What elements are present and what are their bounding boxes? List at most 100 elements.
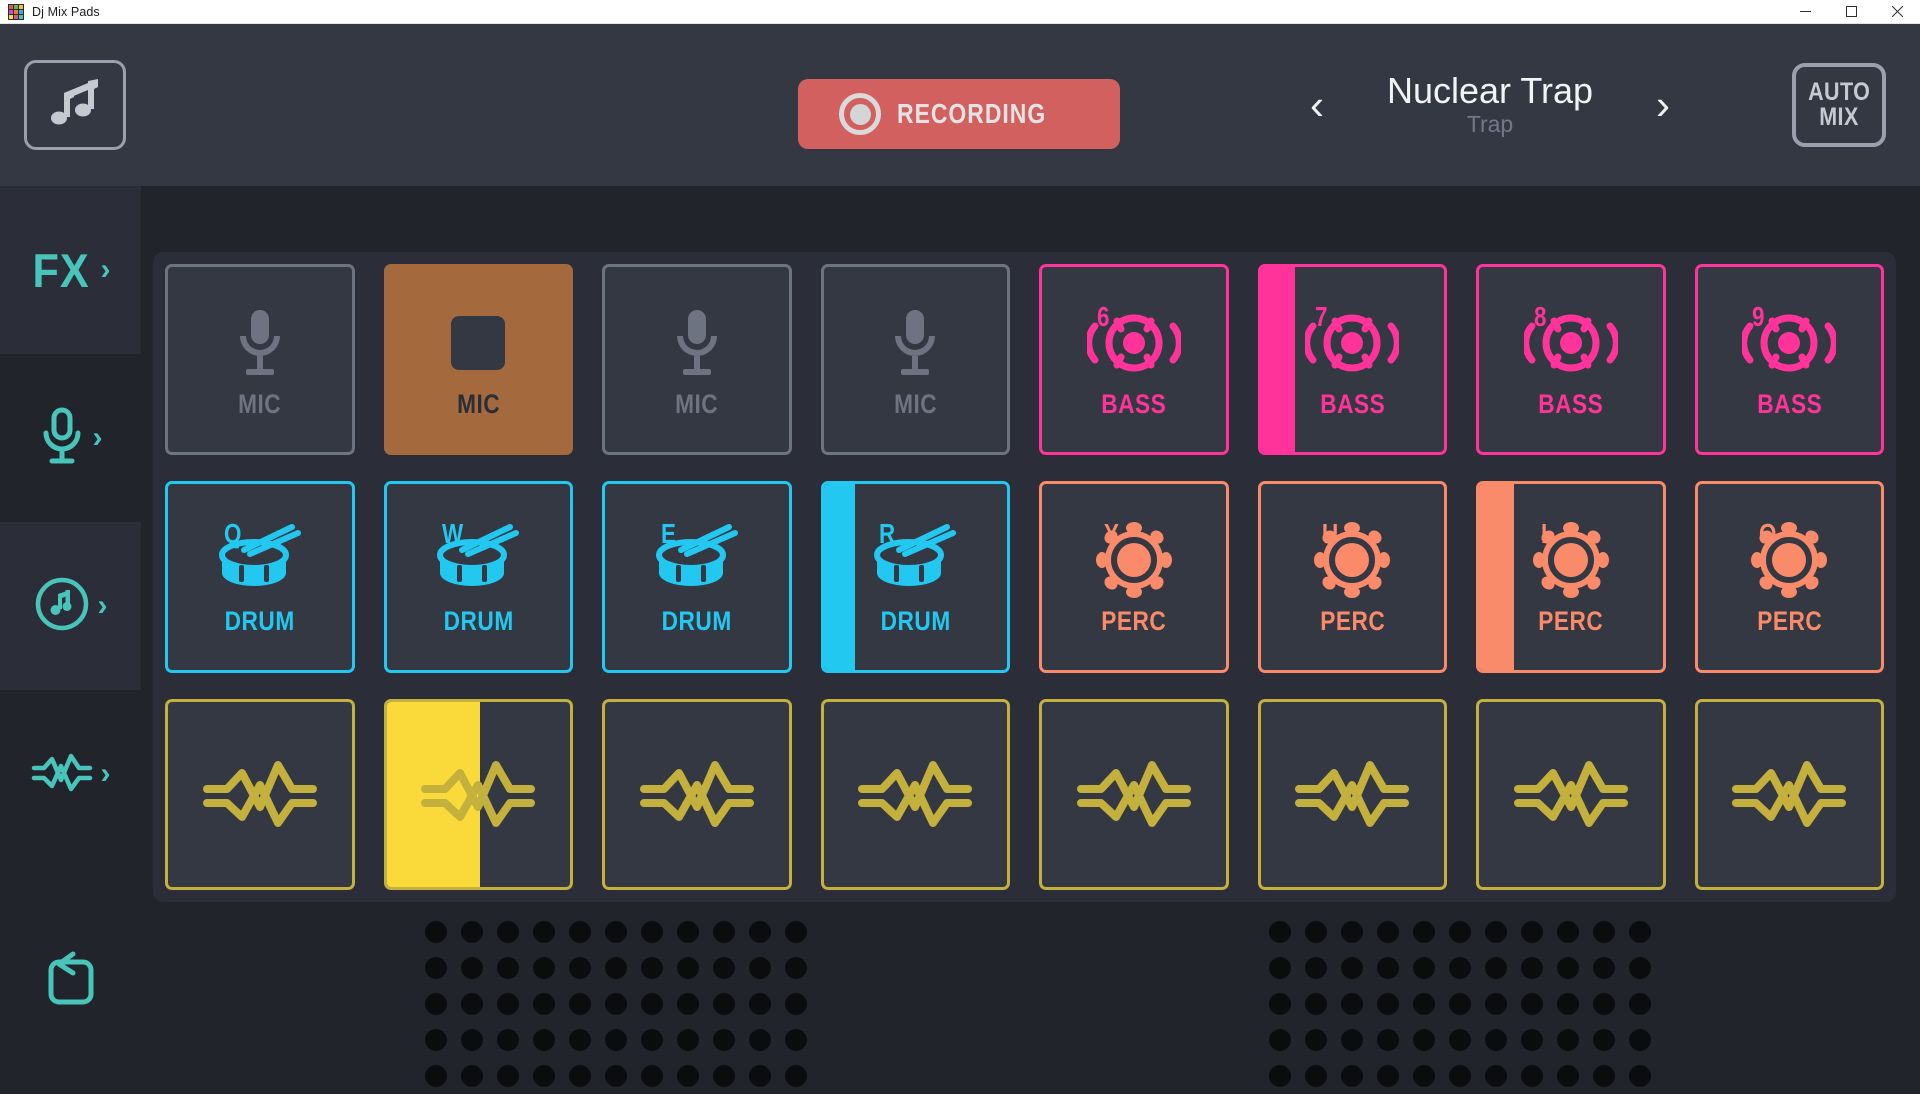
pad-hotkey: I (1540, 518, 1547, 550)
grille-row (418, 986, 814, 1022)
grille-dot (1593, 957, 1615, 979)
grille-dot (641, 1065, 663, 1087)
sidebar-item-fx[interactable]: FX › (0, 186, 141, 354)
grille-dot (1449, 993, 1471, 1015)
grille-dot (1413, 1065, 1435, 1087)
microphone-icon (39, 406, 85, 471)
pad-fx-18[interactable] (383, 698, 573, 890)
pad-progress-fill (1260, 267, 1296, 453)
grille-dot (749, 957, 771, 979)
double-waveform-icon (639, 750, 755, 838)
fx-text-icon: FX (32, 243, 91, 297)
grille-dot (785, 1065, 807, 1087)
pad-fx-17[interactable] (165, 698, 355, 890)
maximize-button[interactable] (1828, 0, 1874, 24)
grille-dot (785, 1029, 807, 1051)
pad-perc-16[interactable]: O PERC (1694, 481, 1884, 673)
sidebar-item-loop[interactable] (0, 906, 141, 1056)
grille-dot (677, 993, 699, 1015)
grille-dot (1521, 1065, 1543, 1087)
auto-mix-button[interactable]: AUTO MIX (1792, 63, 1886, 147)
pad-drum-9[interactable]: Q DRUM (165, 481, 355, 673)
pad-label: DRUM (661, 606, 732, 637)
logo-button[interactable] (24, 60, 126, 150)
grille-dot (1593, 1065, 1615, 1087)
grille-dot (785, 993, 807, 1015)
left-speaker-grille (418, 914, 814, 1094)
pad-mic-1[interactable]: MIC (165, 264, 355, 456)
pad-label: BASS (1756, 389, 1822, 420)
left-sidebar: FX › › › › (0, 186, 141, 1080)
grille-dot (713, 993, 735, 1015)
recording-button[interactable]: RECORDING (798, 79, 1120, 149)
grille-row (418, 914, 814, 950)
grille-dot (1629, 921, 1651, 943)
pad-progress-fill (823, 484, 855, 670)
grille-row (418, 950, 814, 986)
pad-fx-20[interactable] (820, 698, 1010, 890)
close-button[interactable] (1874, 0, 1920, 24)
pad-mic-4[interactable]: MIC (820, 264, 1010, 456)
grille-dot (461, 921, 483, 943)
pad-drum-10[interactable]: W DRUM (383, 481, 573, 673)
pad-bass-6[interactable]: 7 BASS (1257, 264, 1447, 456)
grille-dot (1593, 993, 1615, 1015)
grille-row (1262, 914, 1658, 950)
grille-dot (533, 993, 555, 1015)
window-controls (1782, 0, 1920, 24)
pad-fx-24[interactable] (1694, 698, 1884, 890)
grille-dot (1341, 1065, 1363, 1087)
pad-label: PERC (1538, 606, 1604, 637)
pad-perc-14[interactable]: U PERC (1257, 481, 1447, 673)
grille-dot (749, 1065, 771, 1087)
pad-fx-22[interactable] (1257, 698, 1447, 890)
grille-dot (1449, 1029, 1471, 1051)
pad-fx-21[interactable] (1039, 698, 1229, 890)
pad-mic-2[interactable]: MIC (383, 264, 573, 456)
pad-drum-12[interactable]: R DRUM (820, 481, 1010, 673)
pad-hotkey: R (879, 518, 896, 550)
sidebar-item-microphone[interactable]: › (0, 354, 141, 522)
grille-dot (1305, 957, 1327, 979)
sidebar-item-music[interactable]: › (0, 522, 141, 690)
grille-dot (1521, 957, 1543, 979)
grille-dot (1377, 957, 1399, 979)
chevron-left-icon[interactable]: ‹ (1294, 83, 1340, 126)
grille-dot (1413, 1029, 1435, 1051)
pad-mic-3[interactable]: MIC (602, 264, 792, 456)
microphone-icon (234, 299, 286, 387)
pad-perc-13[interactable]: Y PERC (1039, 481, 1229, 673)
grille-dot (1449, 957, 1471, 979)
grille-dot (1413, 993, 1435, 1015)
pad-hotkey: U (1322, 518, 1339, 550)
pad-label: PERC (1756, 606, 1822, 637)
grille-row (1262, 986, 1658, 1022)
pad-hotkey: Q (223, 518, 242, 550)
grille-dot (713, 957, 735, 979)
pad-fx-19[interactable] (602, 698, 792, 890)
pad-bass-8[interactable]: 9 BASS (1694, 264, 1884, 456)
grille-dot (641, 921, 663, 943)
music-notes-icon (44, 75, 106, 136)
pad-fx-23[interactable] (1476, 698, 1666, 890)
grille-dot (533, 1029, 555, 1051)
recording-label: RECORDING (897, 98, 1047, 129)
chevron-right-icon[interactable]: › (1640, 83, 1686, 126)
grille-dot (1341, 957, 1363, 979)
pad-drum-11[interactable]: E DRUM (602, 481, 792, 673)
grille-dot (461, 993, 483, 1015)
pad-bass-5[interactable]: 6 BASS (1039, 264, 1229, 456)
auto-mix-label-line1: AUTO (1807, 77, 1871, 106)
grille-dot (497, 921, 519, 943)
grille-dot (425, 993, 447, 1015)
pad-perc-15[interactable]: I PERC (1476, 481, 1666, 673)
grille-dot (713, 1029, 735, 1051)
minimize-button[interactable] (1782, 0, 1828, 24)
sidebar-item-waveform[interactable]: › (0, 690, 141, 858)
grille-dot (1269, 957, 1291, 979)
grille-dot (1629, 993, 1651, 1015)
grille-dot (569, 993, 591, 1015)
pad-bass-7[interactable]: 8 BASS (1476, 264, 1666, 456)
double-waveform-icon (1731, 750, 1847, 838)
microphone-icon (889, 299, 941, 387)
